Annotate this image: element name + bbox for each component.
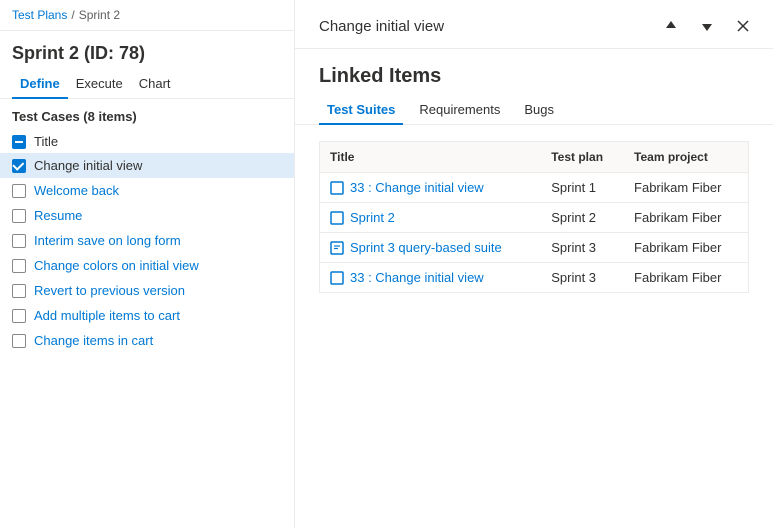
tab-bugs[interactable]: Bugs bbox=[516, 96, 562, 125]
item-checkbox[interactable] bbox=[12, 309, 26, 323]
panel-tabs: Test Suites Requirements Bugs bbox=[295, 96, 773, 125]
item-label: Welcome back bbox=[34, 183, 119, 198]
panel-header: Change initial view bbox=[295, 0, 773, 49]
breadcrumb-separator: / bbox=[71, 8, 74, 22]
table-row[interactable]: Sprint 2 Sprint 2 Fabrikam Fiber bbox=[320, 203, 749, 233]
static-suite-icon bbox=[330, 271, 344, 285]
table-row[interactable]: 33 : Change initial view Sprint 3 Fabrik… bbox=[320, 263, 749, 293]
row-test-plan: Sprint 2 bbox=[541, 203, 624, 233]
item-label: Resume bbox=[34, 208, 82, 223]
main-tabs: Define Execute Chart bbox=[0, 68, 294, 99]
static-suite-icon bbox=[330, 181, 344, 195]
query-based-suite-icon bbox=[330, 241, 344, 255]
row-test-plan: Sprint 3 bbox=[541, 233, 624, 263]
static-suite-icon bbox=[330, 211, 344, 225]
row-test-plan: Sprint 3 bbox=[541, 263, 624, 293]
item-label: Revert to previous version bbox=[34, 283, 185, 298]
row-title-cell: Sprint 2 bbox=[330, 210, 531, 225]
list-item[interactable]: Change colors on initial view bbox=[0, 253, 294, 278]
navigate-down-button[interactable] bbox=[693, 12, 721, 40]
list-item[interactable]: Interim save on long form bbox=[0, 228, 294, 253]
col-header-team-project: Team project bbox=[624, 142, 748, 173]
right-panel: Change initial view Linked Items Tes bbox=[295, 0, 773, 528]
row-title-cell: 33 : Change initial view bbox=[330, 270, 531, 285]
list-item[interactable]: Welcome back bbox=[0, 178, 294, 203]
left-panel: Test Plans / Sprint 2 Sprint 2 (ID: 78) … bbox=[0, 0, 295, 528]
down-arrow-icon bbox=[700, 19, 714, 33]
list-item[interactable]: Resume bbox=[0, 203, 294, 228]
item-label: Change initial view bbox=[34, 158, 142, 173]
navigate-up-button[interactable] bbox=[657, 12, 685, 40]
sprint-title: Sprint 2 (ID: 78) bbox=[0, 31, 294, 68]
item-checkbox[interactable] bbox=[12, 259, 26, 273]
table-row[interactable]: 33 : Change initial view Sprint 1 Fabrik… bbox=[320, 173, 749, 203]
table-row[interactable]: Sprint 3 query-based suite Sprint 3 Fabr… bbox=[320, 233, 749, 263]
tab-requirements[interactable]: Requirements bbox=[411, 96, 508, 125]
row-title-text: Sprint 3 query-based suite bbox=[350, 240, 502, 255]
suite-icon bbox=[330, 211, 344, 225]
list-column-title: Title bbox=[34, 134, 58, 149]
close-icon bbox=[737, 20, 749, 32]
item-checkbox[interactable] bbox=[12, 184, 26, 198]
item-checkbox[interactable] bbox=[12, 209, 26, 223]
list-item[interactable]: Change initial view bbox=[0, 153, 294, 178]
linked-items-title: Linked Items bbox=[295, 49, 773, 96]
tab-define[interactable]: Define bbox=[12, 68, 68, 99]
panel-title: Change initial view bbox=[319, 18, 444, 35]
tab-test-suites[interactable]: Test Suites bbox=[319, 96, 403, 125]
col-header-title: Title bbox=[320, 142, 542, 173]
tab-chart[interactable]: Chart bbox=[131, 68, 179, 99]
list-title-row: Title bbox=[0, 130, 294, 153]
select-all-checkbox[interactable] bbox=[12, 135, 26, 149]
table-area: Title Test plan Team project bbox=[295, 125, 773, 528]
item-label: Interim save on long form bbox=[34, 233, 181, 248]
item-label: Change items in cart bbox=[34, 333, 153, 348]
test-cases-header: Test Cases (8 items) bbox=[0, 99, 294, 130]
linked-items-table: Title Test plan Team project bbox=[319, 141, 749, 293]
row-team-project: Fabrikam Fiber bbox=[624, 173, 748, 203]
item-checkbox[interactable] bbox=[12, 334, 26, 348]
list-item[interactable]: Add multiple items to cart bbox=[0, 303, 294, 328]
item-checkbox[interactable] bbox=[12, 284, 26, 298]
breadcrumb-current: Sprint 2 bbox=[79, 8, 120, 22]
tab-execute[interactable]: Execute bbox=[68, 68, 131, 99]
row-team-project: Fabrikam Fiber bbox=[624, 233, 748, 263]
col-header-test-plan: Test plan bbox=[541, 142, 624, 173]
row-test-plan: Sprint 1 bbox=[541, 173, 624, 203]
row-title-cell: Sprint 3 query-based suite bbox=[330, 240, 531, 255]
row-team-project: Fabrikam Fiber bbox=[624, 263, 748, 293]
breadcrumb-parent[interactable]: Test Plans bbox=[12, 8, 67, 22]
item-checkbox[interactable] bbox=[12, 159, 26, 173]
row-title-text: Sprint 2 bbox=[350, 210, 395, 225]
up-arrow-icon bbox=[664, 19, 678, 33]
list-container: Title Change initial view Welcome back R… bbox=[0, 130, 294, 528]
row-title-text: 33 : Change initial view bbox=[350, 270, 484, 285]
panel-actions bbox=[657, 12, 757, 40]
breadcrumb: Test Plans / Sprint 2 bbox=[0, 0, 294, 31]
suite-icon bbox=[330, 181, 344, 195]
list-item[interactable]: Revert to previous version bbox=[0, 278, 294, 303]
suite-icon bbox=[330, 271, 344, 285]
query-suite-icon bbox=[330, 241, 344, 255]
list-item[interactable]: Change items in cart bbox=[0, 328, 294, 353]
row-title-cell: 33 : Change initial view bbox=[330, 180, 531, 195]
item-label: Add multiple items to cart bbox=[34, 308, 180, 323]
row-team-project: Fabrikam Fiber bbox=[624, 203, 748, 233]
item-checkbox[interactable] bbox=[12, 234, 26, 248]
close-panel-button[interactable] bbox=[729, 12, 757, 40]
row-title-text: 33 : Change initial view bbox=[350, 180, 484, 195]
item-label: Change colors on initial view bbox=[34, 258, 199, 273]
